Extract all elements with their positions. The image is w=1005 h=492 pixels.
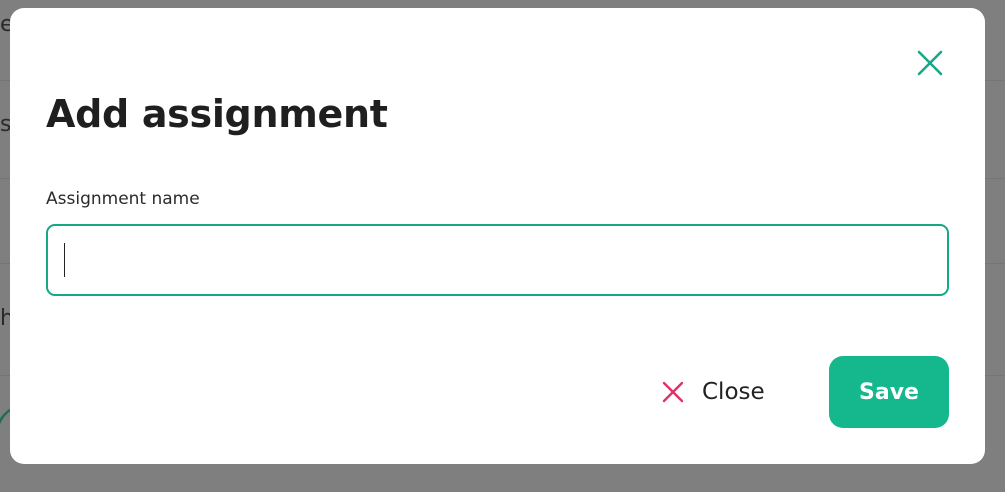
dismiss-dialog-icon[interactable] <box>915 48 945 78</box>
dialog-title: Add assignment <box>46 92 388 136</box>
assignment-name-input[interactable] <box>46 224 949 296</box>
text-caret <box>64 243 65 277</box>
close-button-label: Close <box>702 379 765 405</box>
assignment-name-label: Assignment name <box>46 189 200 209</box>
close-button[interactable]: Close <box>658 366 788 418</box>
add-assignment-dialog: Add assignment Assignment name Close Sav… <box>10 8 985 464</box>
save-button[interactable]: Save <box>829 356 949 428</box>
close-icon <box>662 381 684 403</box>
